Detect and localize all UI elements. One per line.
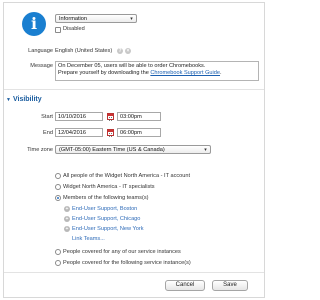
audience-radio-any-service[interactable] [55, 249, 61, 255]
audience-label-teams: Members of the following teams(s) [63, 195, 149, 201]
type-select[interactable]: Information ▾ [55, 14, 137, 23]
timezone-label: Time zone [27, 147, 53, 153]
end-time-input[interactable]: 06:00pm [117, 128, 161, 137]
triangle-down-icon: ▼ [6, 97, 11, 103]
timezone-select[interactable]: (GMT-05:00) Eastern Time (US & Canada) ▾ [55, 145, 211, 154]
message-line-1: On December 05, users will be able to or… [58, 63, 206, 69]
message-line-2: Prepare yourself by downloading the Chro… [58, 70, 256, 77]
timezone-select-value: (GMT-05:00) Eastern Time (US & Canada) [59, 147, 165, 153]
language-label: Language [28, 48, 53, 54]
team-item[interactable]: End-User Support, Chicago [72, 216, 140, 222]
start-date-input[interactable]: 10/10/2016 [55, 112, 103, 121]
language-close-icon[interactable]: × [125, 48, 131, 54]
audience-label-all: All people of the Widget North America -… [63, 173, 191, 179]
info-icon: i [22, 12, 46, 36]
disabled-label: Disabled [63, 26, 85, 32]
start-label: Start [41, 114, 53, 120]
calendar-icon[interactable] [107, 129, 114, 137]
message-line-2-suffix: . [220, 70, 222, 76]
message-textarea[interactable]: On December 05, users will be able to or… [55, 61, 259, 81]
save-button[interactable]: Save [212, 280, 248, 291]
visibility-title-text: Visibility [12, 96, 42, 103]
language-info-icon[interactable]: ? [117, 48, 123, 54]
calendar-icon[interactable] [107, 113, 114, 121]
team-icon: + [64, 216, 70, 222]
chevron-down-icon: ▾ [130, 16, 133, 22]
audience-label-specialists: Widget North America - IT specialists [63, 184, 155, 190]
audience-radio-following-service[interactable] [55, 260, 61, 266]
start-time-input[interactable]: 03:00pm [117, 112, 161, 121]
team-icon: + [64, 226, 70, 232]
message-line-2-prefix: Prepare yourself by downloading the [58, 70, 151, 76]
message-label: Message [30, 63, 53, 69]
audience-label-following-service: People covered for the following service… [63, 260, 191, 266]
disabled-checkbox[interactable] [55, 27, 61, 33]
end-date-input[interactable]: 12/04/2016 [55, 128, 103, 137]
language-value: English (United States) [55, 48, 113, 54]
team-icon: + [64, 206, 70, 212]
footer-divider [4, 272, 264, 273]
audience-label-any-service: People covered for any of our service in… [63, 249, 181, 255]
chevron-down-icon: ▾ [204, 147, 207, 153]
link-teams-link[interactable]: Link Teams... [72, 236, 105, 242]
audience-radio-all[interactable] [55, 173, 61, 179]
audience-radio-specialists[interactable] [55, 184, 61, 190]
team-item[interactable]: End-User Support, New York [72, 226, 144, 232]
visibility-section-title[interactable]: ▼ Visibility [6, 96, 42, 103]
end-label: End [43, 130, 53, 136]
team-item[interactable]: End-User Support, Boston [72, 206, 137, 212]
support-guide-link[interactable]: Chromebook Support Guide [150, 70, 220, 76]
section-divider [4, 89, 264, 90]
cancel-button[interactable]: Cancel [165, 280, 205, 291]
type-select-value: Information [59, 16, 87, 22]
audience-radio-teams[interactable] [55, 195, 61, 201]
